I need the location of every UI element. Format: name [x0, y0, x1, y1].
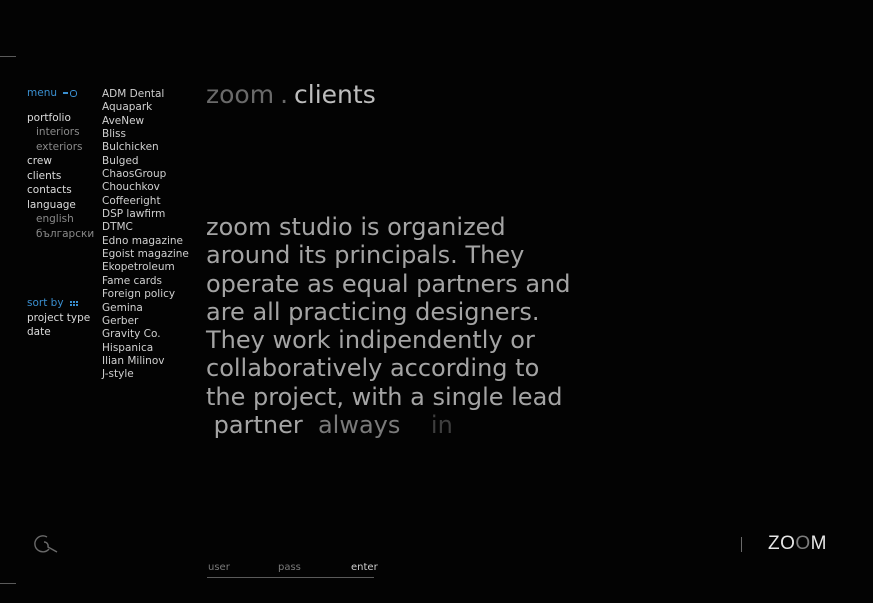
- bottom-edge-line: [0, 583, 16, 584]
- about-lines: zoom studio is organized around its princ…: [206, 213, 596, 411]
- zoom-mark-icon[interactable]: [33, 533, 59, 555]
- about-line: operate as equal partners and: [206, 269, 571, 298]
- page-title: zoom. clients: [206, 80, 376, 109]
- sort-items: project type date: [27, 311, 97, 340]
- about-line: collaboratively according to: [206, 354, 540, 383]
- about-line: They work indipendently or: [206, 326, 535, 355]
- sort-option-project-type[interactable]: project type: [27, 311, 97, 326]
- top-edge-line: [0, 56, 16, 57]
- title-section: clients: [294, 80, 376, 109]
- nav-item-interiors[interactable]: interiors: [27, 125, 97, 140]
- client-link[interactable]: Aquapark: [102, 101, 189, 114]
- nav-item-portfolio[interactable]: portfolio: [27, 111, 97, 126]
- about-text: zoom studio is organized around its princ…: [206, 213, 596, 439]
- title-separator: .: [280, 80, 289, 109]
- page: menu portfolio interiors exteriors crew clie…: [0, 0, 873, 603]
- grid-icon: [69, 300, 78, 306]
- client-link[interactable]: Bulchicken: [102, 141, 189, 154]
- about-word-always: always: [317, 411, 401, 440]
- menu-icon: [63, 89, 77, 97]
- nav-item-language[interactable]: language: [27, 198, 97, 213]
- client-link[interactable]: Gravity Co.: [102, 328, 189, 341]
- sort-by-label: sort by: [27, 297, 64, 309]
- client-link[interactable]: AveNew: [102, 115, 189, 128]
- about-line: are all practicing designers.: [206, 297, 540, 326]
- brand-separator: [741, 537, 742, 552]
- nav-item-clients[interactable]: clients: [27, 169, 97, 184]
- logo-letter-m: M: [810, 533, 827, 554]
- client-link[interactable]: ADM Dental: [102, 88, 189, 101]
- client-link[interactable]: Bliss: [102, 128, 189, 141]
- title-site[interactable]: zoom: [206, 80, 274, 109]
- client-link[interactable]: Egoist magazine: [102, 248, 189, 261]
- nav-items: portfolio interiors exteriors crew clients co…: [27, 111, 97, 242]
- zoom-logo[interactable]: ZOOM: [768, 533, 827, 555]
- enter-button[interactable]: enter: [351, 562, 378, 573]
- logo-letter-z: Z: [768, 533, 781, 554]
- client-link[interactable]: Coffeeright: [102, 195, 189, 208]
- nav-item-exteriors[interactable]: exteriors: [27, 140, 97, 155]
- nav-item-english[interactable]: english: [27, 212, 97, 227]
- client-link[interactable]: Foreign policy: [102, 288, 189, 301]
- about-word-partner: partner: [213, 411, 303, 440]
- nav-item-български[interactable]: български: [27, 227, 97, 242]
- client-link[interactable]: Bulged: [102, 155, 189, 168]
- logo-letter-o1: O: [780, 533, 796, 554]
- client-link[interactable]: DSP lawfirm: [102, 208, 189, 221]
- sort-option-date[interactable]: date: [27, 325, 97, 340]
- sort-by-header: sort by: [27, 296, 97, 311]
- logo-letter-o2: O: [795, 533, 811, 554]
- about-line: around its principals. They: [206, 241, 525, 270]
- main-nav: menu portfolio interiors exteriors crew clie…: [27, 86, 97, 340]
- client-link[interactable]: Edno magazine: [102, 235, 189, 248]
- about-line: zoom studio is organized: [206, 213, 506, 241]
- nav-item-contacts[interactable]: contacts: [27, 183, 97, 198]
- user-field[interactable]: user: [208, 562, 230, 573]
- menu-toggle[interactable]: menu: [27, 86, 97, 101]
- pass-field[interactable]: pass: [278, 562, 301, 573]
- about-last-line: partner always in: [206, 411, 596, 439]
- client-link[interactable]: Gemina: [102, 302, 189, 315]
- nav-item-crew[interactable]: crew: [27, 154, 97, 169]
- login-form: user pass enter: [207, 561, 378, 578]
- menu-label: menu: [27, 87, 57, 99]
- client-link[interactable]: Ekopetroleum: [102, 261, 189, 274]
- client-link[interactable]: ChaosGroup: [102, 168, 189, 181]
- client-link[interactable]: Chouchkov: [102, 181, 189, 194]
- client-list: ADM Dental Aquapark AveNew Bliss Bulchicken B…: [102, 88, 189, 382]
- about-line: the project, with a single lead: [206, 382, 563, 411]
- client-link[interactable]: DTMC: [102, 221, 189, 234]
- client-link[interactable]: Gerber: [102, 315, 189, 328]
- client-link[interactable]: J-style: [102, 368, 189, 381]
- client-link[interactable]: Ilian Milinov: [102, 355, 189, 368]
- client-link[interactable]: Fame cards: [102, 275, 189, 288]
- client-link[interactable]: Hispanica: [102, 342, 189, 355]
- about-word-in: in: [430, 411, 453, 440]
